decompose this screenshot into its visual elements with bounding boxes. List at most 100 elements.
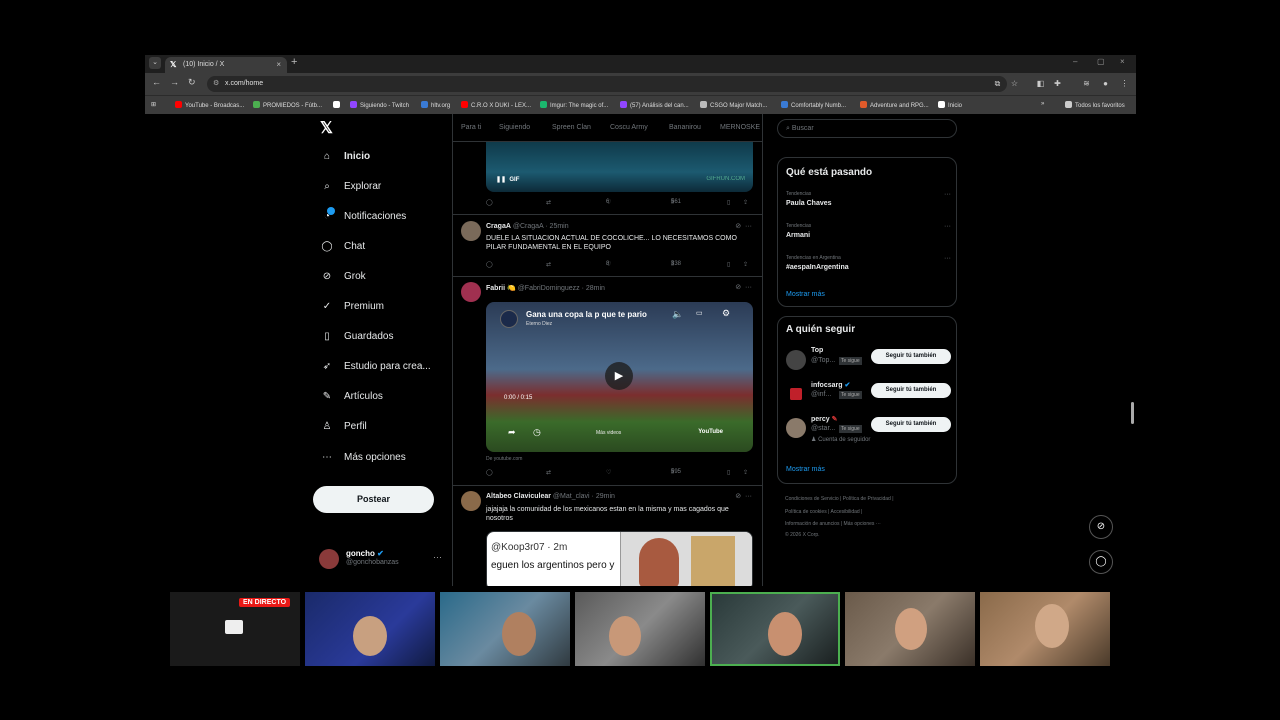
follow-back-button[interactable]: Seguir tú también [871,383,951,398]
back-icon[interactable]: ← [152,77,161,87]
avatar[interactable] [461,491,481,511]
bookmark-item[interactable]: YouTube - Broadcas... [175,101,244,109]
nav-home[interactable]: ⌂ Inicio [320,147,370,167]
bookmark-item[interactable]: Adventure and RPG... [860,101,929,109]
trend-item[interactable]: Tendencias en Argentina #aespaInArgentina… [786,255,951,271]
trend-item[interactable]: Tendencias Armani ··· [786,223,951,239]
webcam-thumbnail[interactable] [440,592,570,666]
share-arrow-icon[interactable]: ➦ [508,427,516,438]
nav-more-options[interactable]: ⋯ Más opciones [320,448,406,468]
bookmark-item[interactable]: Inicio [938,101,962,109]
browser-menu-icon[interactable]: ⋮ [1119,78,1130,89]
grok-fab-icon[interactable]: ⊘ [1089,515,1113,539]
bookmark-post-icon[interactable]: ▯ [727,199,730,206]
post-more-icon[interactable]: ⊘ ··· [735,283,752,291]
follow-suggestion[interactable]: percy ✎ @star... Te sigue Seguir tú tamb… [786,415,951,443]
quoted-image[interactable]: @Koop3r07 · 2m eguen los argentinos pero… [486,531,753,586]
trends-show-more[interactable]: Mostrar más [786,291,825,298]
youtube-logo[interactable]: YouTube [698,429,723,435]
tab-close-icon[interactable]: × [276,57,281,73]
bookmark-post-icon[interactable]: ▯ [727,469,730,476]
repost-icon[interactable]: ⇄ [546,261,551,268]
maximize-button[interactable]: ▢ [1097,57,1105,66]
follow-suggestion[interactable]: infocsarg ✔ @inf... Te sigue Seguir tú t… [786,381,951,407]
webcam-thumbnail[interactable]: EN DIRECTO [170,592,300,666]
post-more-icon[interactable]: ⊘ ··· [735,492,752,500]
tab-following[interactable]: Siguiendo [499,124,530,131]
youtube-embed[interactable]: Gana una copa la p que te pario Eterno D… [486,302,753,452]
webcam-thumbnail[interactable] [980,592,1110,666]
forward-icon[interactable]: → [170,77,179,87]
footer-links[interactable]: Información de anuncios | Más opciones ·… [785,521,881,527]
nav-creator-studio[interactable]: ➶ Estudio para crea... [320,357,431,377]
extension-icon[interactable]: ◧ [1035,78,1046,89]
bookmarks-overflow-icon[interactable]: » [1041,101,1044,107]
bookmark-item[interactable]: PROMIEDOS - Fútb... [253,101,322,109]
repost-icon[interactable]: ⇄ [546,469,551,476]
tab-spreen-clan[interactable]: Spreen Clan [552,124,591,131]
webcam-thumbnail-active[interactable] [710,592,840,666]
account-more-icon[interactable]: ··· [433,552,442,562]
bookmark-item[interactable]: CSGO Major Match... [700,101,767,109]
minimize-button[interactable]: – [1073,57,1077,66]
all-bookmarks-folder[interactable]: Todos los favoritos [1065,101,1125,109]
webcam-thumbnail[interactable] [845,592,975,666]
nav-profile[interactable]: ♙ Perfil [320,417,367,437]
active-tab[interactable]: 𝕏 (10) Inicio / X × [165,57,287,73]
reload-icon[interactable]: ↻ [188,77,196,88]
follow-suggestion[interactable]: Top @Top... Te sigue Seguir tú también [786,347,951,373]
play-button[interactable]: ▶ [605,362,633,390]
media-icon[interactable]: ≋ [1081,78,1092,89]
bookmark-item[interactable]: Imgur: The magic of... [540,101,608,109]
bookmark-item[interactable]: Comfortably Numb... [781,101,846,109]
tab-mernoske[interactable]: MERNOSKE [720,124,760,131]
settings-gear-icon[interactable]: ⚙ [722,308,730,319]
volume-icon[interactable]: 🔈 [672,309,683,320]
footer-links[interactable]: Política de cookies | Accesibilidad | [785,509,862,515]
nav-premium[interactable]: ✓ Premium [320,297,384,317]
x-logo-icon[interactable]: 𝕏 [320,118,333,138]
reply-icon[interactable]: ◯ [486,199,493,206]
share-icon[interactable]: ⇪ [743,199,748,206]
post-button[interactable]: Postear [313,486,434,513]
share-icon[interactable]: ⇪ [743,261,748,268]
follow-show-more[interactable]: Mostrar más [786,466,825,473]
video-channel[interactable]: Eterno Diez [526,321,552,327]
share-icon[interactable]: ⇪ [743,469,748,476]
nav-chat[interactable]: ◯ Chat [320,237,365,257]
channel-avatar[interactable] [500,310,518,328]
video-title[interactable]: Gana una copa la p que te pario [526,310,647,319]
captions-icon[interactable]: ▭ [696,309,703,317]
watch-later-icon[interactable]: ◷ [533,427,541,438]
extensions-puzzle-icon[interactable]: ✚ [1052,78,1063,89]
bookmark-item[interactable]: hltv.org [421,101,450,109]
reply-icon[interactable]: ◯ [486,261,493,268]
bookmark-post-icon[interactable]: ▯ [727,261,730,268]
nav-notifications[interactable]: ◔ Notificaciones [320,207,406,227]
reply-icon[interactable]: ◯ [486,469,493,476]
repost-icon[interactable]: ⇄ [546,199,551,206]
scrollbar[interactable] [1129,114,1136,586]
site-info-icon[interactable]: ⚙ [213,76,219,92]
nav-grok[interactable]: ⊘ Grok [320,267,366,287]
address-bar[interactable]: ⚙ x.com/home [207,76,1007,92]
nav-articles[interactable]: ✎ Artículos [320,387,383,407]
tab-bananirou[interactable]: Bananirou [669,124,701,131]
tab-for-you[interactable]: Para ti [461,124,481,131]
post-more-icon[interactable]: ⊘ ··· [735,222,752,230]
webcam-thumbnail[interactable] [575,592,705,666]
account-switcher[interactable]: goncho ✔ @gonchobanzas ··· [319,547,442,571]
follow-back-button[interactable]: Seguir tú también [871,417,951,432]
tab-coscu-army[interactable]: Coscu Army [610,124,648,131]
footer-links[interactable]: Condiciones de Servicio | Política de Pr… [785,496,894,502]
scrollbar-thumb[interactable] [1131,402,1134,424]
bookmark-item[interactable]: Siguiendo - Twitch [350,101,409,109]
link-source[interactable]: De youtube.com [486,456,522,462]
follow-back-button[interactable]: Seguir tú también [871,349,951,364]
avatar[interactable] [461,282,481,302]
more-videos-link[interactable]: Más videos [596,430,621,436]
window-close-button[interactable]: × [1120,57,1125,66]
trend-item[interactable]: Tendencias Paula Chaves ··· [786,191,951,207]
webcam-thumbnail[interactable] [305,592,435,666]
gif-media[interactable]: ❚❚ GIF GIFRUN.COM [486,142,753,192]
